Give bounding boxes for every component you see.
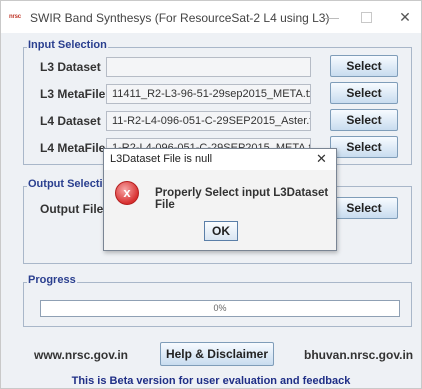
dialog-title-bar: L3Dataset File is null ✕	[104, 149, 336, 170]
l4-dataset-field[interactable]: 11-R2-L4-096-051-C-29SEP2015_Aster.tif	[106, 111, 311, 131]
output-file-select-button[interactable]: Select	[330, 197, 398, 219]
l4-dataset-select-button[interactable]: Select	[330, 109, 398, 131]
output-file-label: Output File	[40, 202, 104, 216]
l4-dataset-label: L4 Dataset	[40, 114, 101, 128]
dialog-message: Properly Select input L3Dataset File	[155, 187, 329, 211]
maximize-icon	[360, 12, 372, 23]
close-button[interactable]: ✕	[394, 7, 416, 27]
progress-bar: 0%	[40, 300, 400, 317]
bhuvan-website-link[interactable]: bhuvan.nrsc.gov.in	[304, 348, 413, 362]
minimize-button[interactable]: —	[321, 7, 343, 27]
l4-metafile-select-button[interactable]: Select	[330, 136, 398, 158]
l3-metafile-select-button[interactable]: Select	[330, 82, 398, 104]
input-selection-title: Input Selection	[27, 39, 108, 51]
nrsc-website-link[interactable]: www.nrsc.gov.in	[34, 348, 128, 362]
dialog-ok-button[interactable]: OK	[204, 221, 238, 241]
l3-dataset-field[interactable]	[106, 57, 311, 77]
help-disclaimer-button[interactable]: Help & Disclaimer	[160, 342, 274, 366]
maximize-button[interactable]	[355, 7, 377, 27]
error-icon: x	[115, 181, 139, 205]
l3-metafile-label: L3 MetaFile	[40, 87, 106, 101]
l3-dataset-select-button[interactable]: Select	[330, 55, 398, 77]
dialog-title: L3Dataset File is null	[110, 153, 213, 165]
progress-title: Progress	[27, 274, 77, 286]
window-title: SWIR Band Synthesys (For ResourceSat-2 L…	[30, 11, 330, 25]
main-window: nrsc SWIR Band Synthesys (For ResourceSa…	[0, 0, 422, 389]
l3-metafile-field[interactable]: 11411_R2-L3-96-51-29sep2015_META.txt	[106, 84, 311, 104]
beta-notice: This is Beta version for user evaluation…	[71, 375, 351, 387]
dialog-close-button[interactable]: ✕	[316, 151, 327, 167]
l4-metafile-label: L4 MetaFile	[40, 141, 106, 155]
l3-dataset-label: L3 Dataset	[40, 60, 101, 74]
title-bar: nrsc SWIR Band Synthesys (For ResourceSa…	[1, 1, 421, 33]
error-dialog: L3Dataset File is null ✕ x Properly Sele…	[103, 148, 337, 251]
app-logo-icon: nrsc	[9, 14, 21, 20]
